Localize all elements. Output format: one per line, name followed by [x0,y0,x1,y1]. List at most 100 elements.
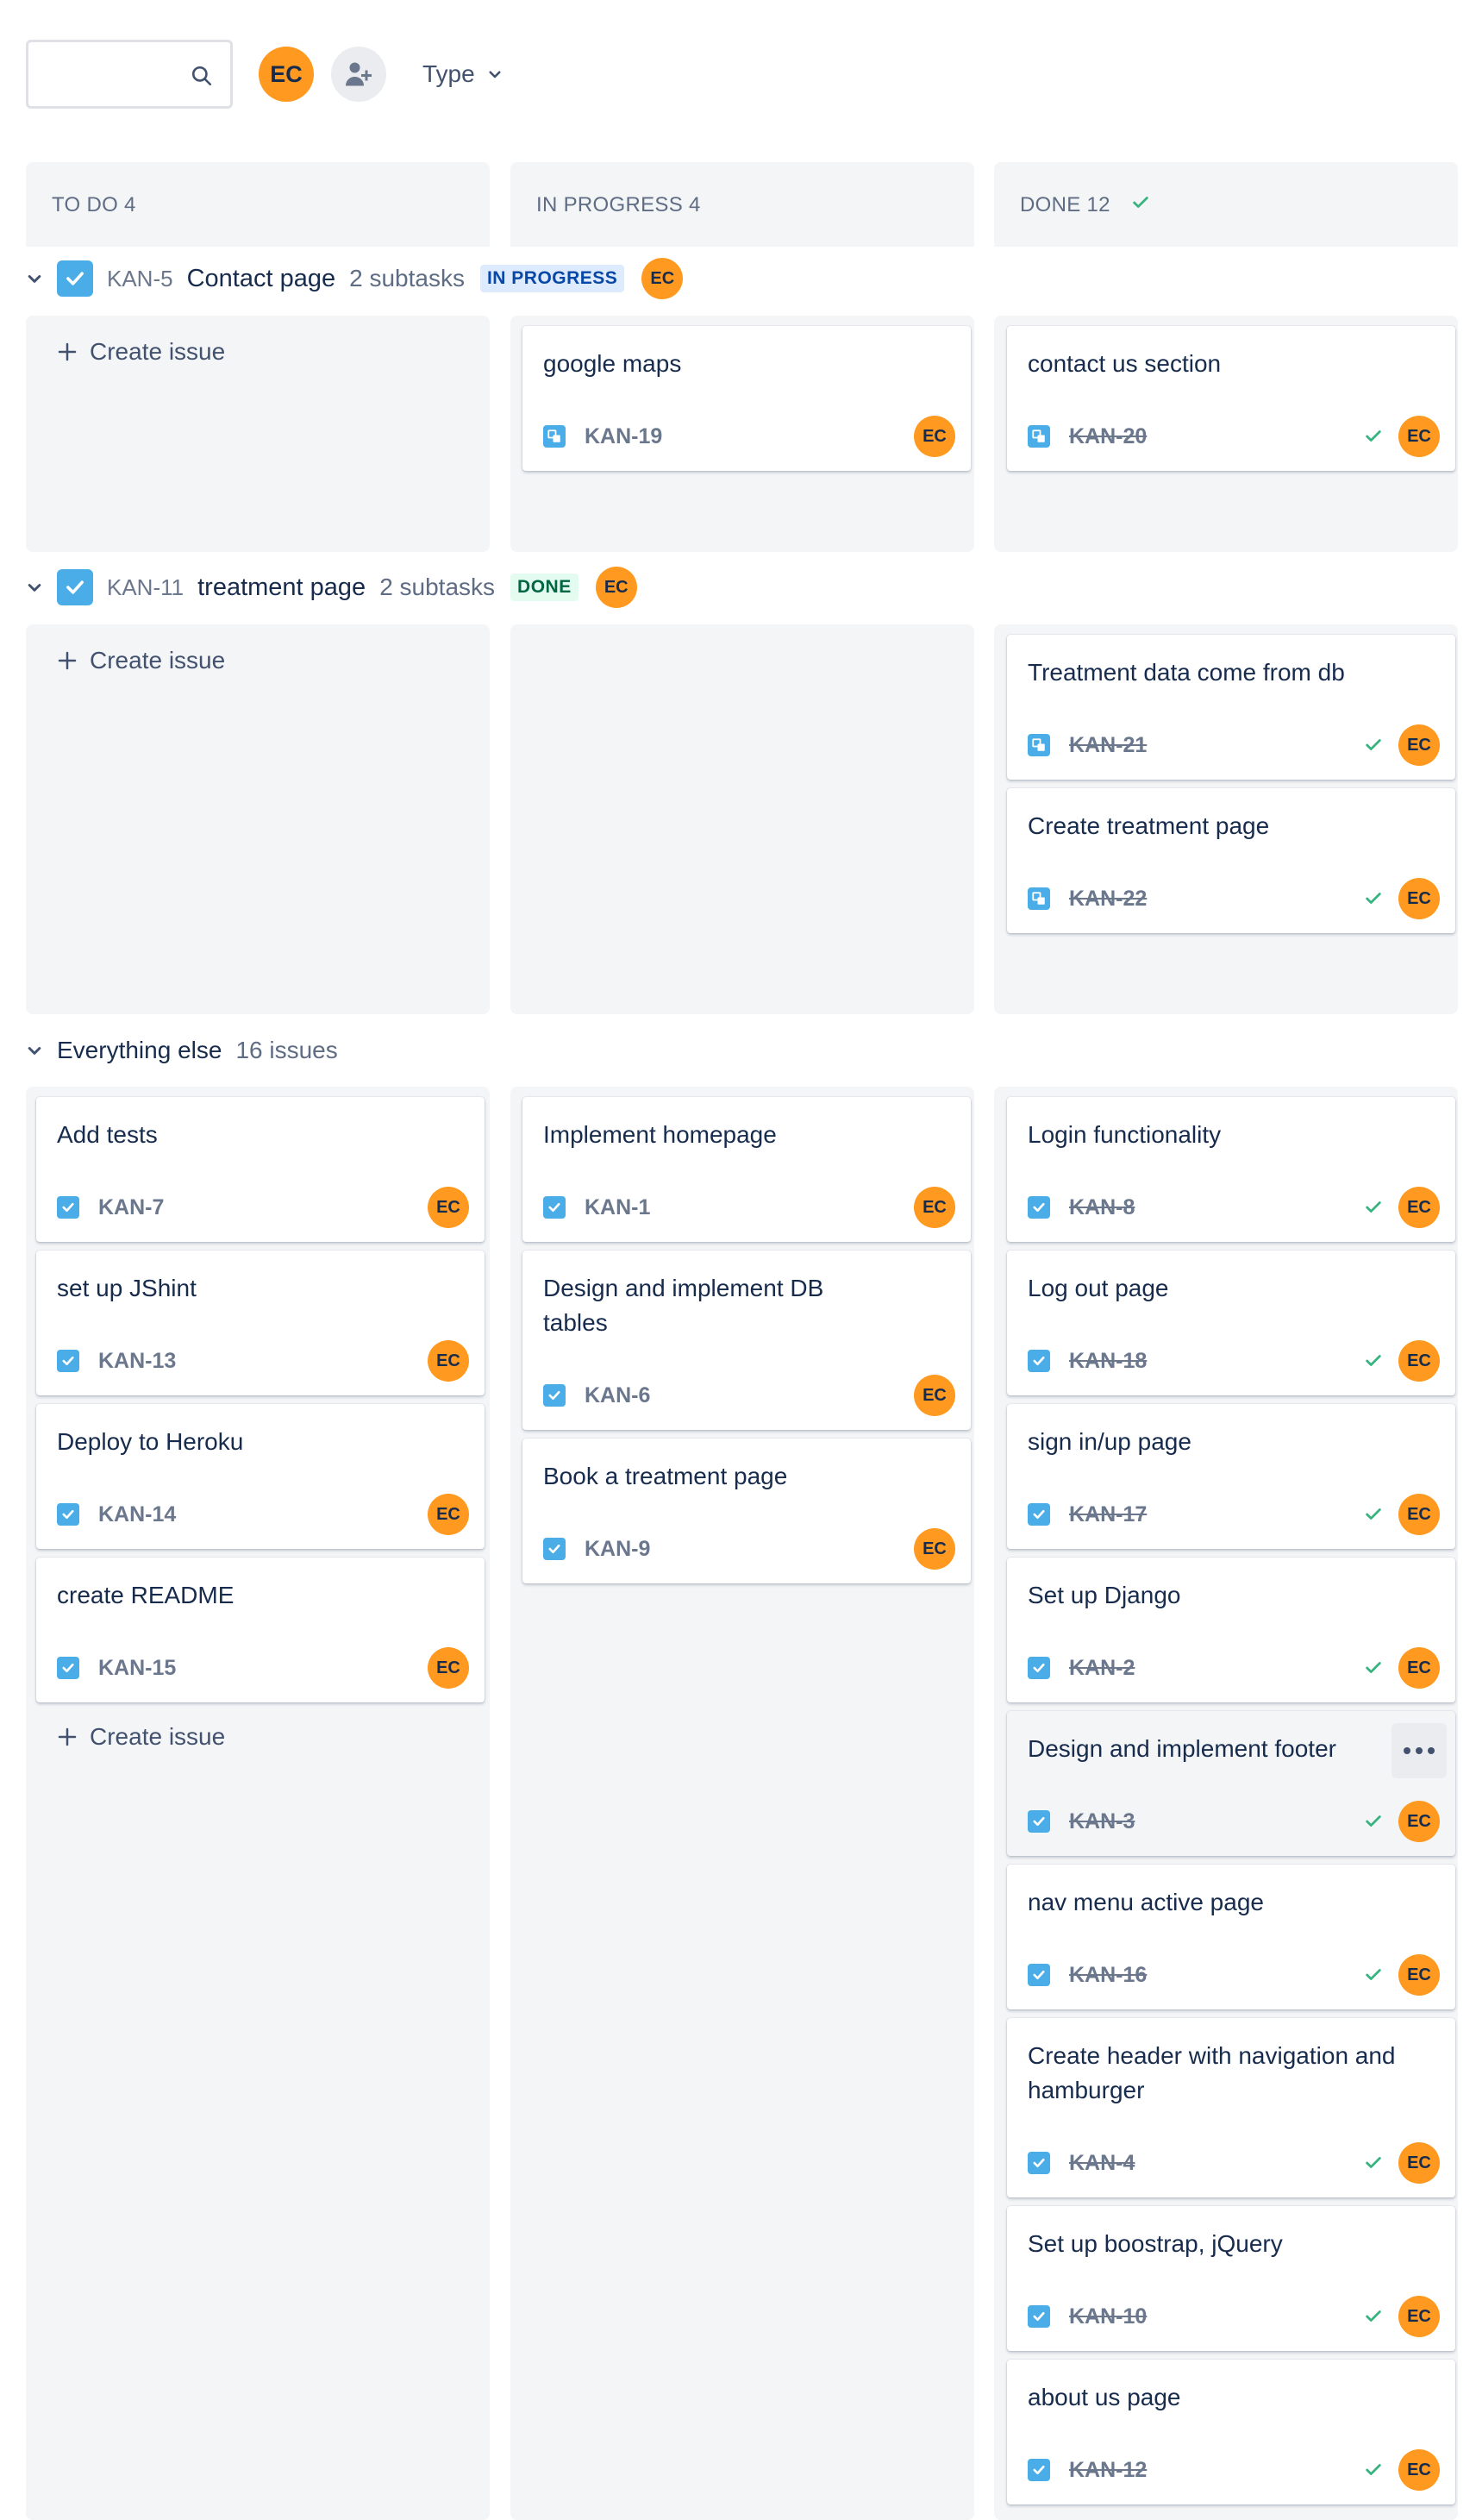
avatar[interactable]: EC [1398,1494,1440,1535]
done-check-icon [1364,1965,1383,1984]
search-icon [191,66,212,86]
done-check-icon [1364,1812,1383,1831]
create-issue-button[interactable]: Create issue [57,338,225,366]
avatar[interactable]: EC [914,1375,955,1416]
card-key[interactable]: KAN-7 [98,1195,428,1220]
card-key[interactable]: KAN-13 [98,1349,428,1374]
card-title: Create header with navigation and hambur… [1028,2042,1396,2103]
card-key[interactable]: KAN-19 [585,424,914,449]
card-key[interactable]: KAN-3 [1069,1809,1364,1834]
avatar[interactable]: EC [428,1340,469,1382]
card-title: Design and implement footer [1028,1735,1336,1762]
avatar[interactable]: EC [595,567,637,608]
column-title: TO DO 4 [52,193,136,216]
issue-card[interactable]: Create header with navigation and hambur… [1007,2018,1455,2197]
task-icon [1028,2152,1050,2174]
card-key[interactable]: KAN-12 [1069,2458,1364,2483]
issue-key[interactable]: KAN-5 [107,266,173,292]
avatar[interactable]: EC [1398,2296,1440,2337]
card-key[interactable]: KAN-18 [1069,1349,1364,1374]
issue-card[interactable]: Implement homepage KAN-1 EC [522,1097,971,1242]
card-key[interactable]: KAN-2 [1069,1656,1364,1681]
done-check-icon [1364,2153,1383,2172]
avatar[interactable]: EC [914,416,955,457]
chevron-down-icon[interactable] [26,579,57,596]
task-icon [1028,2459,1050,2481]
search-input[interactable] [26,40,233,109]
issue-card[interactable]: nav menu active page KAN-16 EC [1007,1865,1455,2009]
task-icon [543,1384,566,1407]
avatar[interactable]: EC [1398,878,1440,919]
type-filter-dropdown[interactable]: Type [422,48,503,100]
issue-card[interactable]: Login functionality KAN-8 EC [1007,1097,1455,1242]
chevron-down-icon [489,71,501,78]
task-icon [1028,1350,1050,1372]
card-key[interactable]: KAN-20 [1069,424,1364,449]
task-icon [543,1538,566,1560]
issue-card[interactable]: sign in/up page KAN-17 EC [1007,1404,1455,1549]
issue-card[interactable]: contact us section KAN-20 EC [1007,326,1455,471]
issue-card[interactable]: about us page KAN-12 EC [1007,2360,1455,2504]
issue-card[interactable]: create README KAN-15 EC [36,1558,485,1702]
issue-card[interactable]: Log out page KAN-18 EC [1007,1251,1455,1395]
swimlane-header-kan-5[interactable]: KAN-5 Contact page 2 subtasks IN PROGRES… [26,253,684,304]
issue-card[interactable]: Create treatment page KAN-22 EC [1007,788,1455,933]
column-header-done: DONE 12 [994,162,1458,247]
issue-card[interactable]: Deploy to Heroku KAN-14 EC [36,1404,485,1549]
avatar[interactable]: EC [1398,1954,1440,1996]
issue-card[interactable]: Design and implement footer KAN-3 EC [1007,1711,1455,1856]
plus-icon [58,651,77,670]
avatar[interactable]: EC [1398,1801,1440,1842]
avatar[interactable]: EC [1398,1187,1440,1228]
card-key[interactable]: KAN-14 [98,1502,428,1527]
task-icon [57,1350,79,1372]
avatar[interactable]: EC [428,1187,469,1228]
avatar[interactable]: EC [1398,2449,1440,2491]
card-key[interactable]: KAN-17 [1069,1502,1364,1527]
card-key[interactable]: KAN-10 [1069,2304,1364,2329]
avatar[interactable]: EC [914,1528,955,1570]
avatar[interactable]: EC [1398,1340,1440,1382]
chevron-down-icon[interactable] [26,270,57,287]
card-key[interactable]: KAN-1 [585,1195,914,1220]
more-actions-button[interactable] [1392,1723,1447,1778]
avatar[interactable]: EC [914,1187,955,1228]
card-key[interactable]: KAN-15 [98,1656,428,1681]
card-title: Login functionality [1028,1121,1222,1148]
issue-card[interactable]: Treatment data come from db KAN-21 EC [1007,635,1455,780]
create-issue-button[interactable]: Create issue [57,647,225,674]
done-check-icon [1364,889,1383,908]
avatar[interactable]: EC [1398,2142,1440,2184]
avatar[interactable]: EC [1398,1647,1440,1689]
issue-count: 16 issues [235,1037,338,1063]
user-avatar-filter[interactable]: EC [259,47,314,102]
card-key[interactable]: KAN-16 [1069,1963,1364,1988]
avatar[interactable]: EC [428,1647,469,1689]
create-issue-button[interactable]: Create issue [57,1723,225,1751]
card-title: set up JShint [57,1275,197,1301]
swimlane-header-everything-else[interactable]: Everything else 16 issues [26,1025,353,1076]
avatar[interactable]: EC [1398,416,1440,457]
issue-card[interactable]: Design and implement DB tables KAN-6 EC [522,1251,971,1430]
card-key[interactable]: KAN-4 [1069,2151,1364,2176]
issue-card[interactable]: Book a treatment page KAN-9 EC [522,1439,971,1583]
issue-card[interactable]: Set up boostrap, jQuery KAN-10 EC [1007,2206,1455,2351]
card-key[interactable]: KAN-22 [1069,887,1364,912]
card-key[interactable]: KAN-6 [585,1383,914,1408]
issue-card[interactable]: Set up Django KAN-2 EC [1007,1558,1455,1702]
issue-card[interactable]: set up JShint KAN-13 EC [36,1251,485,1395]
issue-card[interactable]: Add tests KAN-7 EC [36,1097,485,1242]
avatar[interactable]: EC [428,1494,469,1535]
issue-key[interactable]: KAN-11 [107,574,184,601]
card-key[interactable]: KAN-21 [1069,733,1364,758]
card-key[interactable]: KAN-9 [585,1537,914,1562]
card-key[interactable]: KAN-8 [1069,1195,1364,1220]
chevron-down-icon[interactable] [26,1042,57,1059]
done-check-icon [1364,1351,1383,1370]
task-icon [1028,2305,1050,2328]
swimlane-header-kan-11[interactable]: KAN-11 treatment page 2 subtasks DONE EC [26,561,637,613]
avatar[interactable]: EC [1398,724,1440,766]
issue-card[interactable]: google maps KAN-19 EC [522,326,971,471]
add-people-button[interactable] [331,47,386,102]
avatar[interactable]: EC [641,258,684,299]
